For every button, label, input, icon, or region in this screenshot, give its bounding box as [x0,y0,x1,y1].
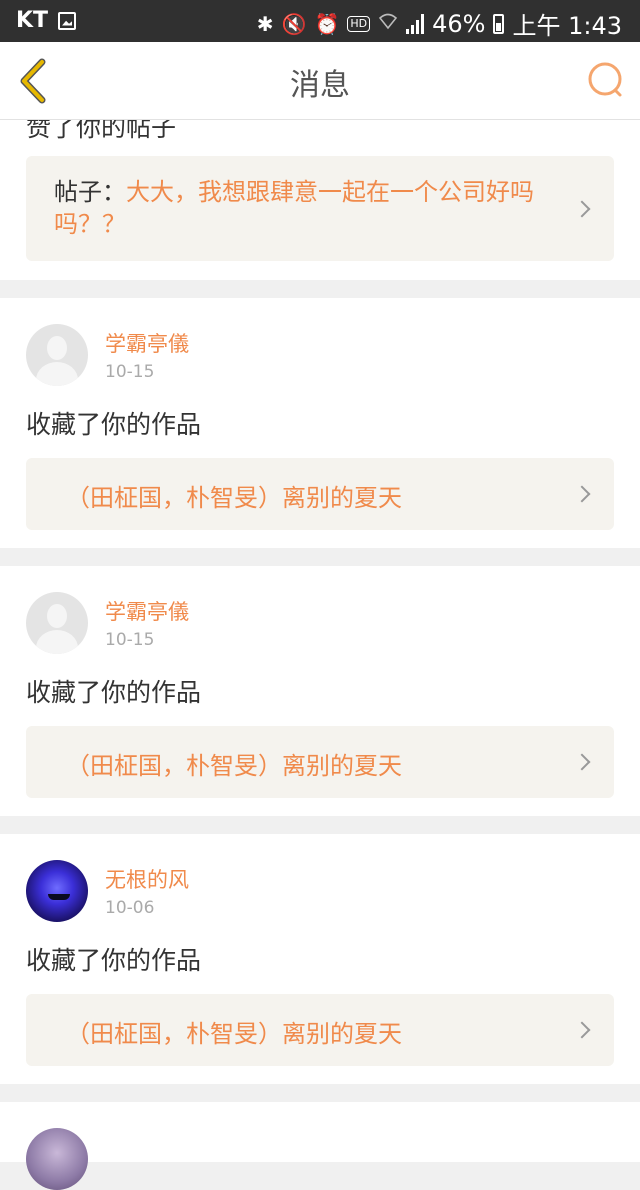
nav-header: 消息 [0,42,640,120]
avatar[interactable] [26,860,88,922]
chevron-right-icon [573,1021,591,1039]
alarm-icon: ⏰ [314,11,340,36]
avatar[interactable] [26,1128,88,1190]
bluetooth-icon: ✱ [256,11,274,36]
message-card: 无根的风 10-06 收藏了你的作品 （田柾国，朴智旻）离别的夏天 [0,834,640,1084]
username[interactable]: 学霸亭儀 [105,596,189,626]
hd-icon: HD [347,15,371,32]
carrier-label: KT [16,8,49,33]
username[interactable]: 学霸亭儀 [105,328,189,358]
chevron-right-icon [573,200,591,217]
battery-icon [493,13,505,34]
page-title: 消息 [290,68,350,103]
message-feed[interactable]: 赞了你的帖子 帖子：大大，我想跟肆意一起在一个公司好吗吗？？ 学霸亭儀 10-1… [0,120,640,1190]
message-date: 10-15 [105,630,155,650]
action-text: 收藏了你的作品 [26,946,202,975]
post-link[interactable]: 帖子：大大，我想跟肆意一起在一个公司好吗吗？？ [26,156,614,261]
wifi-icon [378,10,398,38]
message-card: 学霸亭儀 10-15 收藏了你的作品 （田柾国，朴智旻）离别的夏天 [0,298,640,548]
chevron-right-icon [573,753,591,771]
message-date: 10-15 [105,362,155,382]
action-text: 收藏了你的作品 [26,678,202,707]
work-title: （田柾国，朴智旻）离别的夏天 [66,1020,402,1048]
post-title: 帖子：大大，我想跟肆意一起在一个公司好吗吗？？ [54,176,554,240]
mute-icon: 🔇 [281,11,307,36]
post-title-text: 大大，我想跟肆意一起在一个公司好吗吗？？ [54,178,534,238]
message-date: 10-06 [105,898,155,918]
work-link[interactable]: （田柾国，朴智旻）离别的夏天 [26,726,614,798]
work-link[interactable]: （田柾国，朴智旻）离别的夏天 [26,458,614,530]
work-title: （田柾国，朴智旻）离别的夏天 [66,484,402,512]
clock: 上午 1:43 [512,12,622,40]
work-title: （田柾国，朴智旻）离别的夏天 [66,752,402,780]
message-card [0,1102,640,1190]
message-card: 学霸亭儀 10-15 收藏了你的作品 （田柾国，朴智旻）离别的夏天 [0,566,640,816]
battery-percent: 46% [432,9,486,38]
action-text: 赞了你的帖子 [26,120,177,142]
post-label: 帖子： [54,178,126,206]
avatar[interactable] [26,592,88,654]
message-card: 赞了你的帖子 帖子：大大，我想跟肆意一起在一个公司好吗吗？？ [0,120,640,280]
gallery-icon [58,11,77,30]
username[interactable]: 无根的风 [105,864,189,894]
status-bar: KT ✱ 🔇 ⏰ HD 46% 上午 1:43 [0,0,640,42]
action-text: 收藏了你的作品 [26,410,202,439]
search-icon [588,62,622,97]
avatar[interactable] [26,324,88,386]
search-button[interactable] [586,60,626,100]
chevron-right-icon [573,485,591,503]
signal-icon [406,13,425,34]
work-link[interactable]: （田柾国，朴智旻）离别的夏天 [26,994,614,1066]
